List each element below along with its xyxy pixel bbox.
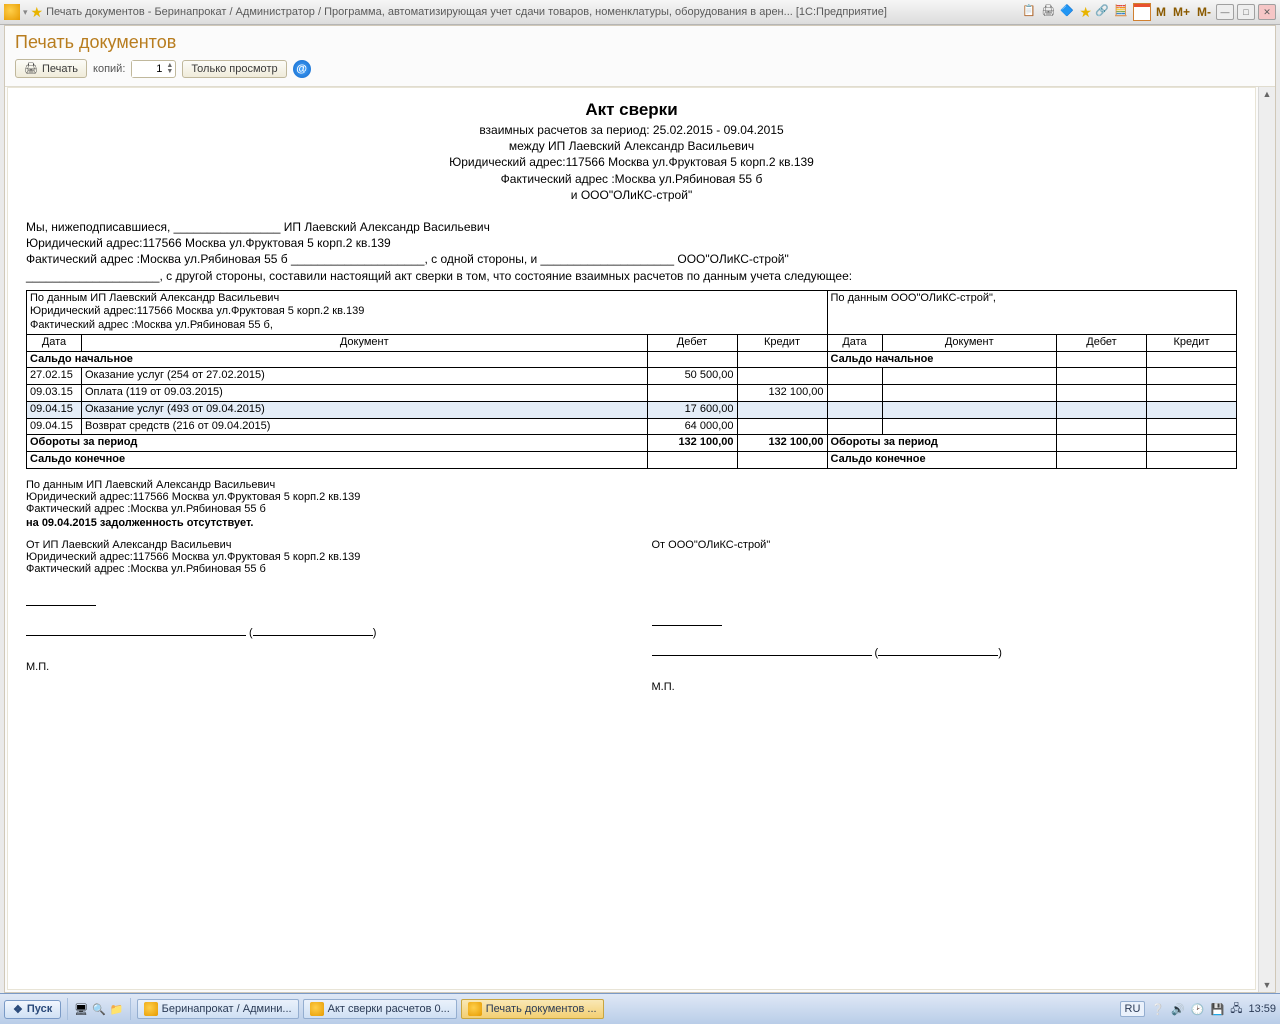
scroll-up-icon[interactable]: ▲	[1263, 89, 1272, 99]
app-icon	[4, 4, 20, 20]
doc-preamble: Мы, нижеподписавшиеся, ________________ …	[26, 219, 1237, 284]
memory-mplus-icon[interactable]: M+	[1171, 5, 1192, 19]
row-turnover: Обороты за период 132 100,00 132 100,00 …	[27, 435, 1237, 452]
page-title: Печать документов	[5, 26, 1275, 55]
debt-status: на 09.04.2015 задолженность отсутствует.	[26, 517, 1237, 529]
memory-mminus-icon[interactable]: M-	[1195, 5, 1213, 19]
toolbar-icon[interactable]: 📋	[1022, 4, 1038, 20]
preview-only-label: Только просмотр	[191, 63, 277, 75]
quicklaunch-icon[interactable]: 🔍	[92, 1003, 106, 1016]
print-icon[interactable]: 🖨	[1041, 4, 1057, 20]
reconciliation-table: По данным ИП Лаевский Александр Васильев…	[26, 290, 1237, 469]
stamp-label-left: М.П.	[26, 661, 612, 673]
app-window: Печать документов 🖨 Печать копий: ▲ ▼ То…	[4, 25, 1276, 993]
maximize-button[interactable]: □	[1237, 4, 1255, 20]
language-indicator[interactable]: RU	[1120, 1001, 1146, 1017]
minimize-button[interactable]: —	[1216, 4, 1234, 20]
table-column-header: Дата Документ Дебет Кредит Дата Документ…	[27, 334, 1237, 351]
preview-only-button[interactable]: Только просмотр	[182, 60, 286, 78]
vertical-scrollbar[interactable]: ▲ ▼	[1258, 87, 1275, 992]
os-taskbar: ❖ Пуск 🖥 🔍 📁 Беринапрокат / Админи...Акт…	[0, 993, 1280, 1024]
print-toolbar: 🖨 Печать копий: ▲ ▼ Только просмотр @	[5, 55, 1275, 87]
tray-icon[interactable]: 🖧	[1230, 1000, 1242, 1019]
app-menu-dropdown-icon[interactable]: ▾	[23, 7, 28, 18]
row-saldo-end: Сальдо конечное Сальдо конечное	[27, 452, 1237, 469]
table-row[interactable]: 27.02.15Оказание услуг (254 от 27.02.201…	[27, 368, 1237, 385]
window-title: Печать документов - Беринапрокат / Админ…	[46, 6, 1019, 18]
copies-down-icon[interactable]: ▼	[164, 69, 175, 75]
start-button[interactable]: ❖ Пуск	[4, 1000, 61, 1019]
system-tray: RU ❔ 🔊 🕑 💾 🖧 13:59	[1120, 1000, 1277, 1019]
calendar-icon[interactable]	[1133, 3, 1151, 21]
app-icon	[468, 1002, 482, 1016]
copies-spinner[interactable]: ▲ ▼	[131, 60, 176, 78]
row-saldo-start: Сальдо начальное Сальдо начальное	[27, 351, 1237, 368]
start-icon: ❖	[13, 1003, 23, 1016]
scroll-down-icon[interactable]: ▼	[1263, 980, 1272, 990]
quicklaunch-icon[interactable]: 📁	[110, 1003, 124, 1016]
email-icon[interactable]: @	[293, 60, 311, 78]
window-titlebar: ▾ ★ Печать документов - Беринапрокат / А…	[0, 0, 1280, 25]
table-row[interactable]: 09.03.15Оплата (119 от 09.03.2015)132 10…	[27, 385, 1237, 402]
favorites-icon[interactable]: ★	[31, 4, 44, 21]
print-button[interactable]: 🖨 Печать	[15, 59, 87, 78]
close-button[interactable]: ✕	[1258, 4, 1276, 20]
clock[interactable]: 13:59	[1248, 1003, 1276, 1015]
stamp-label-right: М.П.	[652, 681, 1238, 693]
table-party-header: По данным ИП Лаевский Александр Васильев…	[27, 290, 1237, 334]
help-icon[interactable]: ❔	[1151, 1003, 1165, 1016]
table-row[interactable]: 09.04.15Оказание услуг (493 от 09.04.201…	[27, 401, 1237, 418]
app-icon	[310, 1002, 324, 1016]
tray-icon[interactable]: 💾	[1211, 1003, 1225, 1016]
taskbar-item[interactable]: Беринапрокат / Админи...	[137, 999, 299, 1019]
star-icon[interactable]: ★	[1079, 4, 1092, 21]
network-icon[interactable]: 🔊	[1171, 1003, 1185, 1016]
doc-heading: Акт сверки	[26, 100, 1237, 120]
document-area[interactable]: Акт сверки взаимных расчетов за период: …	[7, 87, 1256, 990]
quicklaunch-icon[interactable]: 🖥	[74, 1003, 88, 1016]
signature-left: От ИП Лаевский Александр Васильевич Юрид…	[26, 539, 612, 693]
nav-icon[interactable]: 🔷	[1060, 4, 1076, 20]
copies-label: копий:	[93, 63, 125, 75]
taskbar-item[interactable]: Акт сверки расчетов 0...	[303, 999, 457, 1019]
signature-right: От ООО"ОЛиКС-строй" () М.П.	[652, 539, 1238, 693]
calc-icon[interactable]: 🧮	[1114, 4, 1130, 20]
link-icon[interactable]: 🔗	[1095, 4, 1111, 20]
doc-afterblock: По данным ИП Лаевский Александр Васильев…	[26, 479, 1237, 529]
doc-subtitle: взаимных расчетов за период: 25.02.2015 …	[26, 122, 1237, 203]
app-icon	[144, 1002, 158, 1016]
tray-icon[interactable]: 🕑	[1191, 1003, 1205, 1016]
print-button-label: Печать	[42, 63, 78, 75]
printer-icon: 🖨	[24, 62, 38, 75]
memory-m-icon[interactable]: M	[1154, 5, 1168, 19]
table-row[interactable]: 09.04.15Возврат средств (216 от 09.04.20…	[27, 418, 1237, 435]
taskbar-item[interactable]: Печать документов ...	[461, 999, 604, 1019]
copies-input[interactable]	[132, 61, 164, 77]
